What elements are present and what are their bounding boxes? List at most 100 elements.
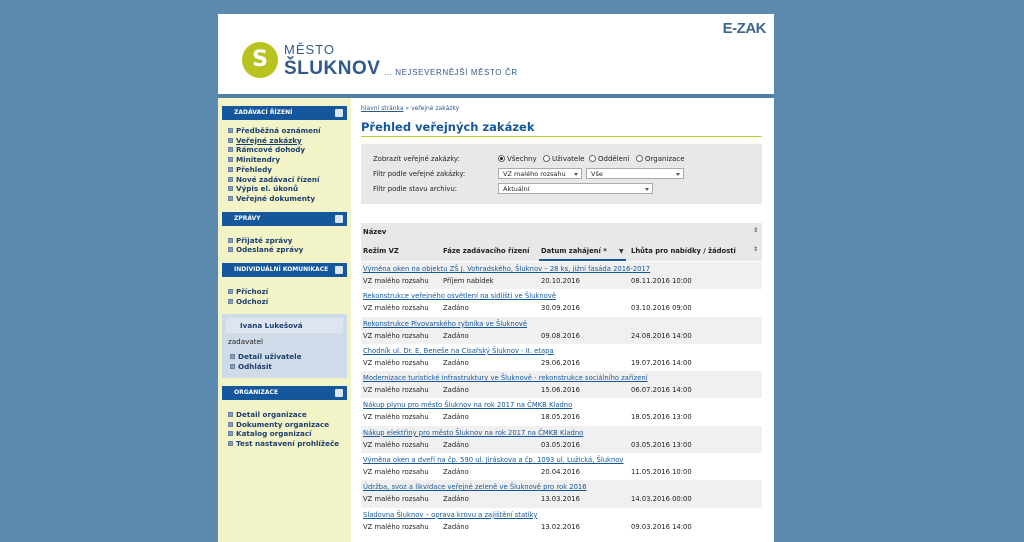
row-deadline: 19.07.2016 14:00 [631,358,692,367]
col-header-datum[interactable]: Datum zahájení * [541,247,607,255]
sidebar-item-odchozi[interactable]: Odchozí [228,297,351,307]
radio-label: Organizace [645,155,685,163]
menu-list-individualni-komunikace: Příchozí Odchozí [218,277,351,310]
col-header-faze[interactable]: Fáze zadávacího řízení [443,247,529,255]
sidebar-item-verejne-dokumenty[interactable]: Veřejné dokumenty [228,194,351,204]
sidebar-item-prehledy[interactable]: Přehledy [228,165,351,175]
row-title-link[interactable]: Údržba, svoz a likvidace veřejné zeleně … [363,483,587,491]
row-title-link[interactable]: Výměna oken a dveří na čp. 590 ul. Jirás… [363,456,623,464]
row-title-link[interactable]: Nákup plynu pro město Šluknov na rok 201… [363,401,572,409]
table-row: Chodník ul. Dr. E. Beneše na Císařský Šl… [361,344,762,371]
row-deadline: 09.03.2016 14:00 [631,522,692,531]
row-mode: VZ malého rozsahu [363,468,429,477]
row-phase: Zadáno [443,386,469,395]
table-row: Nákup elektřiny pro město Šluknov na rok… [361,425,762,454]
row-mode: VZ malého rozsahu [363,522,429,531]
sidebar-item-nove-zadavaci-rizeni[interactable]: Nové zadávací řízení [228,175,351,185]
row-mode: VZ malého rozsahu [363,277,429,285]
sidebar-item-verejne-zakazky[interactable]: Veřejné zakázky [228,136,351,146]
menu-section-individualni-komunikace: INDIVIDUÁLNÍ KOMUNIKACE [222,263,347,278]
page-container: S MĚSTO ŠLUKNOV ... NEJSEVERNĚJŠÍ MĚSTO … [218,14,774,542]
row-deadline: 08.11.2016 10:00 [631,277,692,285]
row-title-link[interactable]: Rekonstrukce veřejného osvětlení na sídl… [363,292,556,300]
row-phase: Zadáno [443,304,469,313]
sort-desc-icon[interactable]: ▼ [619,248,624,255]
page-title: Přehled veřejných zakázek [361,120,535,134]
chevron-down-icon [645,188,649,191]
chat-icon [335,266,343,275]
filter-type-label: Filtr podle veřejné zakázky: [373,170,466,178]
row-mode: VZ malého rozsahu [363,304,429,313]
radio-organizace[interactable]: Organizace [636,155,685,163]
radio-checked-icon [498,155,505,162]
sidebar-item-prichozi[interactable]: Příchozí [228,287,351,297]
radio-label: Oddělení [598,155,630,163]
radio-uzivatele[interactable]: Uživatele [543,155,584,163]
sidebar-item-detail-uzivatele[interactable]: Detail uživatele [230,352,341,362]
sidebar-item-dokumenty-organizace[interactable]: Dokumenty organizace [228,420,351,430]
city-logo-icon[interactable]: S [242,42,278,78]
chevron-down-icon [676,173,680,176]
row-title-link[interactable]: Rekonstrukce Pivovarského rybníka ve Šlu… [363,320,527,328]
filter-phase-select[interactable]: Vše [586,168,684,179]
row-mode: VZ malého rozsahu [363,358,429,367]
col-header-rezim[interactable]: Režim VZ [363,247,399,255]
active-sort-underline [539,259,626,261]
sidebar-item-odhlasit[interactable]: Odhlásit [230,362,341,372]
sidebar-item-minitendry[interactable]: Minitendry [228,155,351,165]
row-date: 15.06.2016 [541,386,580,395]
sidebar-item-predbezna-oznameni[interactable]: Předběžná oznámení [228,126,351,136]
row-deadline: 11.05.2016 10:00 [631,468,692,477]
sidebar-item-detail-organizace[interactable]: Detail organizace [228,410,351,420]
menu-section-zadavaci-rizeni: ZADÁVACÍ ŘÍZENÍ [222,106,347,120]
table-header: Název ⇕ Režim VZ Fáze zadávacího řízení … [361,223,762,261]
sort-icon[interactable]: ⇕ [753,246,758,253]
menu-list-zadavaci-rizeni: Předběžná oznámení Veřejné zakázky Rámco… [218,120,351,208]
logo-slogan: ... NEJSEVERNĚJŠÍ MĚSTO ČR [384,68,518,77]
user-box: Ivana Lukešová zadavatel Detail uživatel… [222,314,347,378]
radio-unchecked-icon [589,155,596,162]
sidebar-item-vypis-el-ukonu[interactable]: Výpis el. úkonů [228,184,351,194]
filter-type-select[interactable]: VZ malého rozsahu [498,168,582,179]
table-row: Výměna oken na objektu ZŠ J. Vohradského… [361,262,762,290]
site-header: S MĚSTO ŠLUKNOV ... NEJSEVERNĚJŠÍ MĚSTO … [218,14,774,94]
row-title-link[interactable]: Modernizace turistické infrastruktury ve… [363,374,648,382]
logo-city-name[interactable]: ŠLUKNOV [284,58,380,80]
main-content: hlavní stránka » veřejné zakázky Přehled… [361,98,766,542]
row-deadline: 03.10.2016 09:00 [631,304,692,313]
sort-icon[interactable]: ⇕ [753,227,758,234]
sidebar-item-odeslane-zpravy[interactable]: Odeslané zprávy [228,245,351,255]
col-header-lhuta[interactable]: Lhůta pro nabídky / žádosti [631,247,736,255]
filter-show-label: Zobrazit veřejné zakázky: [373,155,460,163]
menu-section-title: INDIVIDUÁLNÍ KOMUNIKACE [234,266,329,274]
logo-city-prefix: MĚSTO [284,42,335,57]
radio-oddeleni[interactable]: Oddělení [589,155,629,163]
row-title-link[interactable]: Chodník ul. Dr. E. Beneše na Císařský Šl… [363,347,554,355]
sidebar-item-test-nastaveni-prohlizece[interactable]: Test nastavení prohlížeče [228,439,351,449]
row-date: 20.04.2016 [541,468,580,477]
sidebar-item-ramcove-dohody[interactable]: Rámcové dohody [228,145,351,155]
table-row: Sladovna Šluknov – oprava krovu a zajišt… [361,508,762,535]
row-title-link[interactable]: Výměna oken na objektu ZŠ J. Vohradského… [363,265,650,273]
row-phase: Zadáno [443,522,469,531]
row-mode: VZ malého rozsahu [363,386,429,395]
chevron-down-icon [574,173,578,176]
row-date: 18.05.2016 [541,413,580,422]
table-row: Rekonstrukce veřejného osvětlení na sídl… [361,289,762,316]
row-title-link[interactable]: Nákup elektřiny pro město Šluknov na rok… [363,429,583,437]
row-date: 29.06.2016 [541,358,580,367]
ezak-brand-logo[interactable]: E-ZAK [723,20,767,37]
select-value: VZ malého rozsahu [503,170,566,178]
filter-archive-select[interactable]: Aktuální [498,183,653,194]
sidebar-item-katalog-organizaci[interactable]: Katalog organizací [228,429,351,439]
row-title-link[interactable]: Sladovna Šluknov – oprava krovu a zajišt… [363,511,537,519]
sidebar: ZADÁVACÍ ŘÍZENÍ Předběžná oznámení Veřej… [218,98,351,542]
col-header-nazev[interactable]: Název [363,228,386,236]
radio-unchecked-icon [543,155,550,162]
radio-vsechny[interactable]: Všechny [498,155,537,163]
table-row: Údržba, svoz a likvidace veřejné zeleně … [361,480,762,508]
menu-section-zpravy: ZPRÁVY [222,211,347,226]
radio-unchecked-icon [636,155,643,162]
breadcrumb-home-link[interactable]: hlavní stránka [361,105,404,112]
sidebar-item-prijate-zpravy[interactable]: Přijaté zprávy [228,236,351,246]
